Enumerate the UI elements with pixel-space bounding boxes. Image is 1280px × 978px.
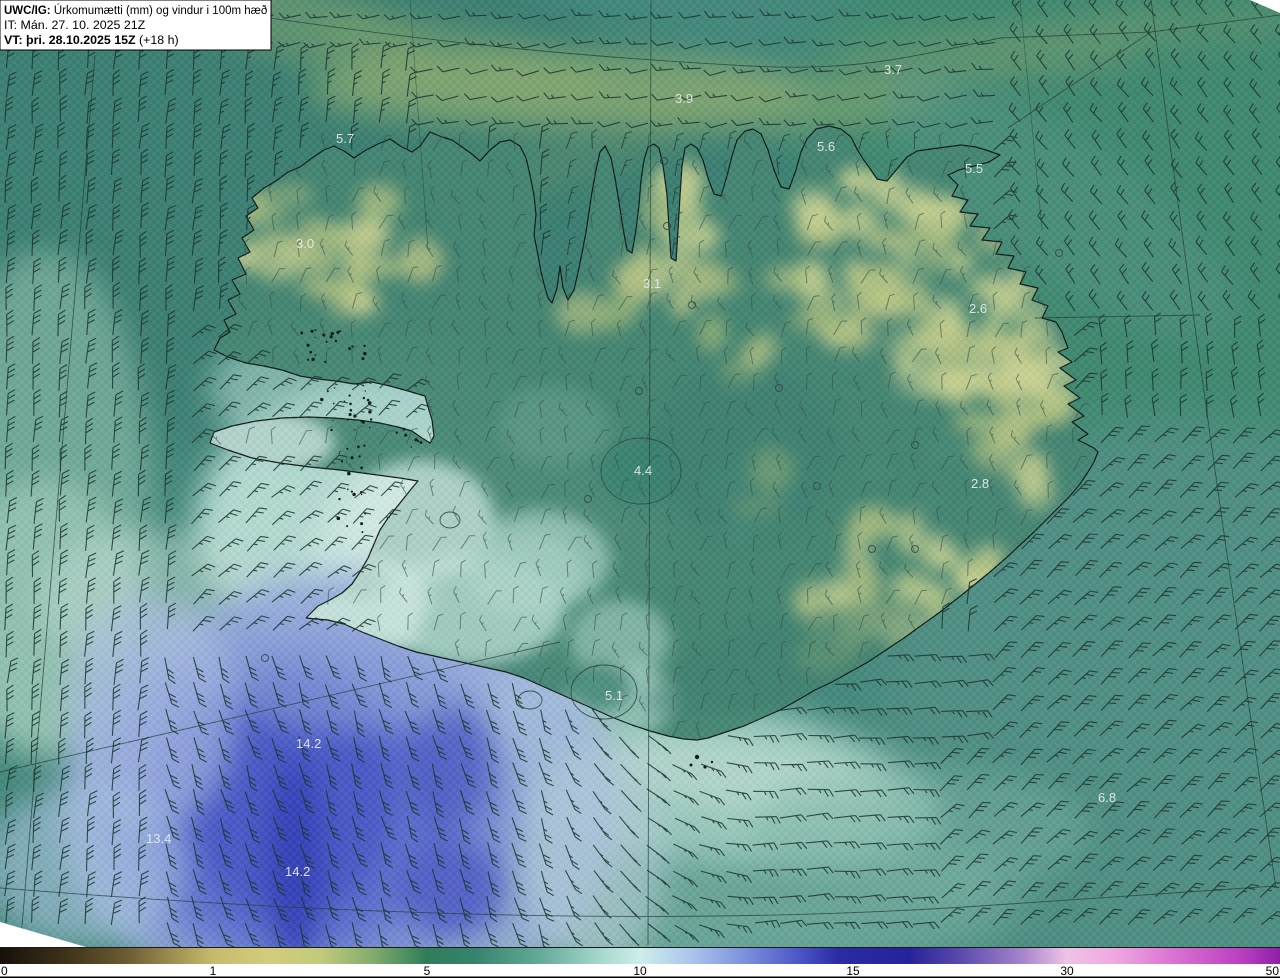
svg-text:6.8: 6.8 bbox=[1098, 790, 1116, 805]
svg-text:5.1: 5.1 bbox=[605, 688, 623, 703]
svg-text:3.1: 3.1 bbox=[643, 276, 661, 291]
svg-text:5.7: 5.7 bbox=[336, 131, 354, 146]
svg-text:4.4: 4.4 bbox=[634, 463, 652, 478]
svg-text:VT: þri. 28.10.2025 15Z (+18 h: VT: þri. 28.10.2025 15Z (+18 h) bbox=[4, 33, 179, 47]
svg-text:UWC/IG: Úrkomumætti (mm) og vi: UWC/IG: Úrkomumætti (mm) og vindur i 100… bbox=[4, 4, 267, 17]
svg-text:15: 15 bbox=[846, 964, 860, 978]
svg-text:3.0: 3.0 bbox=[296, 236, 314, 251]
svg-text:14.2: 14.2 bbox=[296, 736, 321, 751]
svg-text:0: 0 bbox=[1, 964, 8, 978]
svg-text:5.5: 5.5 bbox=[965, 161, 983, 176]
svg-text:2.8: 2.8 bbox=[971, 476, 989, 491]
svg-text:30: 30 bbox=[1060, 964, 1074, 978]
svg-text:1: 1 bbox=[210, 964, 217, 978]
svg-text:50: 50 bbox=[1266, 964, 1280, 978]
svg-text:5.6: 5.6 bbox=[817, 139, 835, 154]
svg-text:10: 10 bbox=[633, 964, 647, 978]
svg-text:3.9: 3.9 bbox=[675, 91, 693, 106]
svg-text:13.4: 13.4 bbox=[146, 831, 171, 846]
svg-text:2.6: 2.6 bbox=[969, 301, 987, 316]
svg-text:IT: Mán. 27. 10. 2025 21Z: IT: Mán. 27. 10. 2025 21Z bbox=[4, 18, 146, 32]
svg-text:14.2: 14.2 bbox=[285, 864, 310, 879]
svg-text:3.7: 3.7 bbox=[884, 62, 902, 77]
svg-text:5: 5 bbox=[424, 964, 431, 978]
